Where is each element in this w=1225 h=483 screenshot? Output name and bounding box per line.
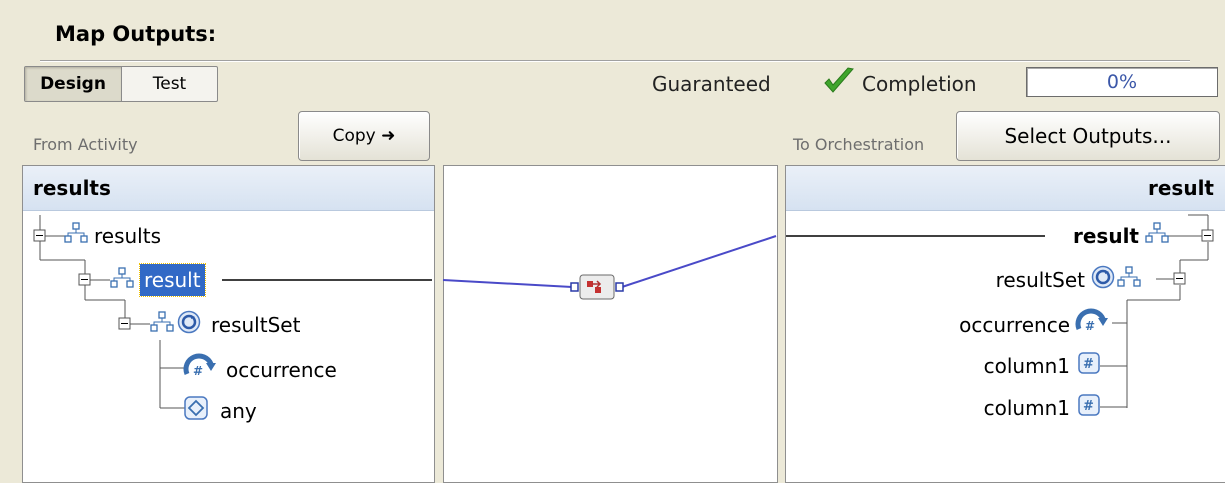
target-node-column1-b[interactable]: column1 # xyxy=(984,394,1100,421)
target-node-column1-a[interactable]: column1 # xyxy=(984,352,1100,379)
target-node-result[interactable]: result xyxy=(1073,222,1169,249)
map-function-node[interactable] xyxy=(570,271,624,307)
svg-text:#: # xyxy=(1085,319,1095,333)
target-node-resultset[interactable]: resultSet xyxy=(996,265,1141,294)
target-node-column1-b-label: column1 xyxy=(983,395,1070,420)
schema-tree-icon xyxy=(64,222,88,249)
source-node-resultset[interactable]: resultSet xyxy=(150,310,300,339)
number-field-icon: # xyxy=(1078,394,1100,421)
schema-tree-icon xyxy=(1117,266,1141,293)
target-node-occurrence-label: occurrence xyxy=(959,312,1070,337)
occurrence-icon: # xyxy=(183,353,218,385)
schema-tree-icon xyxy=(1145,222,1169,249)
source-node-results[interactable]: results xyxy=(64,222,161,249)
target-node-occurrence[interactable]: occurrence # xyxy=(959,308,1110,340)
source-node-any-label: any xyxy=(220,398,257,423)
source-node-resultset-label: resultSet xyxy=(211,312,301,337)
target-node-column1-a-label: column1 xyxy=(983,353,1070,378)
any-element-icon xyxy=(184,396,208,425)
occurrence-icon: # xyxy=(1075,308,1110,340)
source-node-result[interactable]: result xyxy=(110,263,206,297)
source-node-occurrence[interactable]: # occurrence xyxy=(183,353,337,385)
target-node-result-label: result xyxy=(1073,223,1139,248)
source-node-occurrence-label: occurrence xyxy=(226,357,337,382)
schema-tree-icon xyxy=(110,266,134,294)
schema-tree-icon xyxy=(150,311,174,338)
repeating-icon xyxy=(1091,265,1115,294)
source-node-any[interactable]: any xyxy=(184,396,257,425)
source-node-results-label: results xyxy=(94,223,162,248)
number-field-icon: # xyxy=(1078,352,1100,379)
svg-text:#: # xyxy=(1083,357,1094,372)
svg-text:#: # xyxy=(1083,399,1094,414)
svg-text:#: # xyxy=(193,364,203,378)
target-node-resultset-label: resultSet xyxy=(995,267,1085,292)
source-node-result-label: result xyxy=(139,263,206,297)
repeating-icon xyxy=(177,310,201,339)
